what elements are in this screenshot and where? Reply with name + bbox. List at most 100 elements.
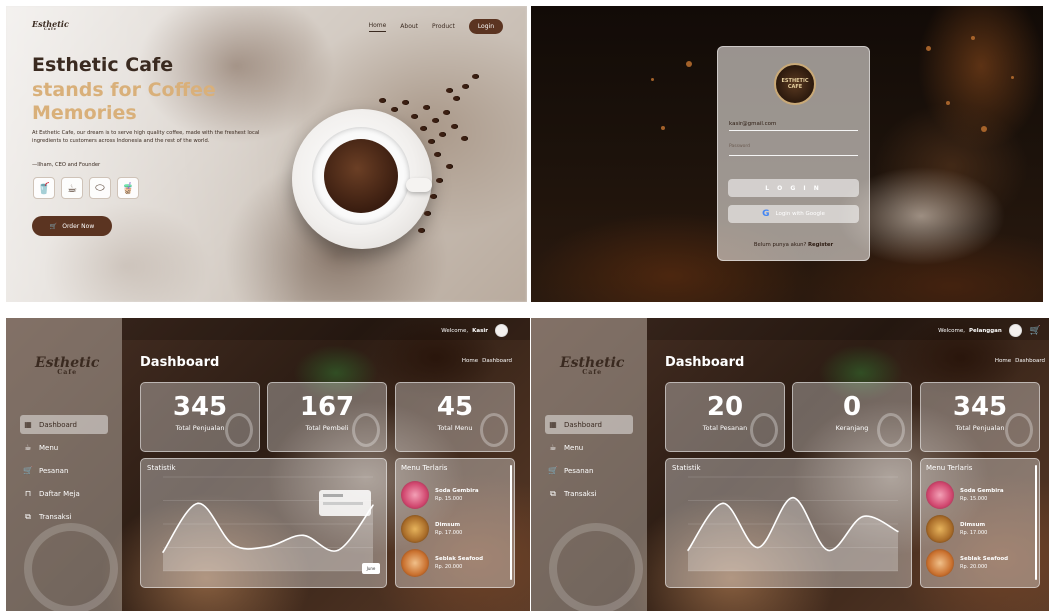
sidebar-item-pesanan[interactable]: 🛒 Pesanan — [545, 461, 633, 480]
stat-card-keranjang: 0 Keranjang — [792, 382, 912, 452]
chart-point[interactable] — [792, 496, 794, 499]
welcome-text: Welcome, Kasir — [441, 324, 508, 337]
coffee-bean-icon — [225, 413, 253, 447]
stat-card-pesanan: 20 Total Pesanan — [665, 382, 785, 452]
scrollbar[interactable] — [510, 465, 512, 580]
chart-point[interactable] — [232, 543, 234, 546]
chart-point[interactable] — [337, 549, 339, 552]
chart-point[interactable] — [722, 502, 724, 505]
password-field[interactable]: Password — [729, 144, 858, 156]
coffee-beans-icon[interactable]: ⬭ — [89, 177, 111, 199]
sidebar-item-daftar-meja[interactable]: ⊓ Daftar Meja — [20, 484, 108, 503]
sidebar-logo[interactable]: Esthetic Cafe — [35, 355, 99, 376]
dashboard-pelanggan: Esthetic Cafe ▦ Dashboard ☕ Menu 🛒 Pesan… — [531, 318, 1049, 611]
coffee-cup-icon[interactable]: ☕ — [61, 177, 83, 199]
cart-icon: 🛒 — [23, 466, 33, 475]
coffee-bean-icon — [480, 413, 508, 447]
nav-home[interactable]: Home — [368, 22, 387, 32]
chart-point[interactable] — [827, 549, 829, 552]
list-item[interactable]: Dimsum Rp. 17.000 — [926, 515, 987, 543]
list-item[interactable]: Soda Gembira Rp. 15.000 — [926, 481, 1004, 509]
chart-point[interactable] — [197, 502, 199, 505]
login-submit-button[interactable]: L O G I N — [728, 179, 859, 197]
chart-area-fill — [688, 497, 898, 571]
landing-logo[interactable]: Esthetic Cafe — [32, 19, 69, 31]
sidebar-item-menu[interactable]: ☕ Menu — [545, 438, 633, 457]
list-item[interactable]: Dimsum Rp. 17.000 — [401, 515, 462, 543]
list-item[interactable]: Seblak Seafood Rp. 20.000 — [401, 549, 483, 577]
transaction-icon: ⧉ — [550, 488, 556, 498]
chart-point[interactable] — [267, 545, 269, 548]
landing-nav: Home About Product Login — [368, 19, 503, 34]
coffee-bean-decoration — [549, 523, 643, 611]
sidebar-logo[interactable]: Esthetic Cafe — [560, 355, 624, 376]
sidebar: Esthetic Cafe ▦ Dashboard ☕ Menu 🛒 Pesan… — [531, 318, 647, 611]
landing-page: Esthetic Cafe Home About Product Login E… — [6, 6, 527, 302]
welcome-text: Welcome, Pelanggan 🛒 — [938, 324, 1041, 337]
area-chart[interactable] — [141, 459, 386, 587]
soda-image — [401, 481, 429, 509]
chart-point[interactable] — [897, 530, 899, 533]
stat-card-penjualan: 345 Total Penjualan — [920, 382, 1040, 452]
breadcrumb-home[interactable]: Home — [995, 358, 1011, 364]
dashboard-kasir: Esthetic Cafe ▦ Dashboard ☕ Menu 🛒 Pesan… — [6, 318, 530, 611]
chart-point[interactable] — [862, 515, 864, 518]
chart-point[interactable] — [757, 546, 759, 549]
scrollbar[interactable] — [1035, 465, 1037, 580]
iced-drink-icon[interactable]: 🥤 — [33, 177, 55, 199]
dimsum-image — [401, 515, 429, 543]
chart-point[interactable] — [302, 534, 304, 537]
chart-point[interactable] — [162, 551, 164, 554]
cart-icon[interactable]: 🛒 — [1030, 326, 1041, 336]
sidebar-item-dashboard[interactable]: ▦ Dashboard — [20, 415, 108, 434]
sidebar-item-dashboard[interactable]: ▦ Dashboard — [545, 415, 633, 434]
coffee-bean-decoration — [24, 523, 118, 611]
stat-card-menu: 45 Total Menu — [395, 382, 515, 452]
sidebar-item-transaksi[interactable]: ⧉ Transaksi — [545, 484, 633, 503]
avatar[interactable] — [495, 324, 508, 337]
google-login-button[interactable]: G Login with Google — [728, 205, 859, 223]
seblak-image — [401, 549, 429, 577]
stat-card-pembeli: 167 Total Pembeli — [267, 382, 387, 452]
topbar: Welcome, Kasir — [122, 318, 530, 340]
login-page: ESTHETIC CAFE kasir@gmail.com Password L… — [531, 6, 1043, 302]
avatar[interactable] — [1008, 324, 1022, 337]
hero-title: Esthetic Cafe — [32, 54, 174, 76]
seblak-image — [926, 549, 954, 577]
register-link[interactable]: Register — [808, 242, 833, 248]
order-now-button[interactable]: 🛒 Order Now — [32, 216, 112, 236]
sidebar-menu: ▦ Dashboard ☕ Menu 🛒 Pesanan ⊓ Daftar Me… — [20, 415, 108, 530]
hero-subtitle-2: Memories — [32, 102, 137, 124]
menu-terlaris-panel: Menu Terlaris Soda Gembira Rp. 15.000 Dim… — [395, 458, 515, 588]
stat-card-penjualan: 345 Total Penjualan — [140, 382, 260, 452]
login-button[interactable]: Login — [468, 19, 503, 34]
area-chart[interactable] — [666, 459, 911, 587]
takeaway-cup-icon[interactable]: 🧋 — [117, 177, 139, 199]
table-icon: ⊓ — [24, 489, 32, 498]
breadcrumb-current: Dashboard — [482, 358, 512, 364]
chart-point[interactable] — [687, 549, 689, 552]
chart-x-badge: June — [362, 563, 380, 574]
dashboard-icon: ▦ — [24, 420, 32, 429]
dashboard-icon: ▦ — [549, 420, 557, 429]
nav-product[interactable]: Product — [432, 23, 455, 30]
breadcrumb: Home Dashboard — [995, 358, 1045, 364]
chart-point[interactable] — [372, 504, 374, 507]
coffee-bean-icon — [877, 413, 905, 447]
list-item[interactable]: Soda Gembira Rp. 15.000 — [401, 481, 479, 509]
hero-quote: —Ilham, CEO and Founder — [32, 162, 101, 168]
breadcrumb-home[interactable]: Home — [462, 358, 478, 364]
nav-about[interactable]: About — [400, 23, 418, 30]
sidebar-item-menu[interactable]: ☕ Menu — [20, 438, 108, 457]
statistik-chart: Statistik — [140, 458, 387, 588]
page-title: Dashboard — [140, 355, 220, 370]
google-icon: G — [762, 209, 770, 219]
topbar: Welcome, Pelanggan 🛒 — [647, 318, 1049, 340]
coffee-bean-icon — [352, 413, 380, 447]
register-prompt: Belum punya akun? Register — [753, 242, 834, 248]
list-item[interactable]: Seblak Seafood Rp. 20.000 — [926, 549, 1008, 577]
sidebar-item-pesanan[interactable]: 🛒 Pesanan — [20, 461, 108, 480]
email-field[interactable]: kasir@gmail.com — [729, 121, 858, 131]
transaction-icon: ⧉ — [25, 511, 31, 521]
food-icon: ☕ — [24, 443, 32, 452]
